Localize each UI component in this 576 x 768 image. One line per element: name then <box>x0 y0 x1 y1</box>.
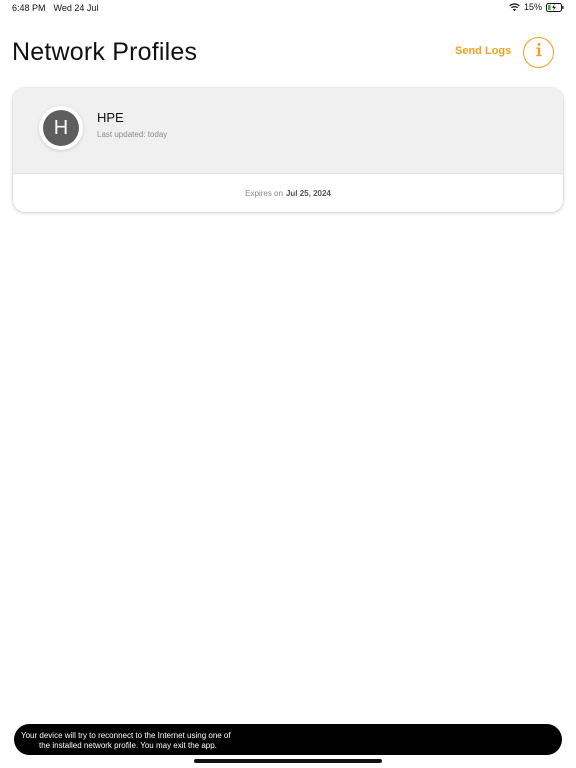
expiry-prefix: Expires on <box>245 188 283 198</box>
expiry-date: Jul 25, 2024 <box>285 188 331 198</box>
wifi-icon <box>509 2 520 12</box>
profile-last-updated: Last updated: today <box>97 130 168 139</box>
page-title: Network Profiles <box>12 38 198 66</box>
info-button[interactable] <box>523 37 554 68</box>
status-time: 6:48 PM <box>12 3 46 13</box>
toast-line-1: Your device will try to reconnect to the… <box>21 731 231 740</box>
battery-percent: 15% <box>523 2 542 12</box>
status-right: 15% <box>509 2 564 12</box>
avatar-letter: H <box>43 110 79 146</box>
profile-card-header: H HPE Last updated: today <box>13 88 563 174</box>
avatar: H <box>39 106 83 150</box>
profile-expiry: Expires on Jul 25, 2024 <box>13 174 563 212</box>
status-left: 6:48 PM Wed 24 Jul <box>12 3 98 13</box>
home-indicator[interactable] <box>194 759 382 763</box>
screen: 6:48 PM Wed 24 Jul 15% Network Profiles … <box>0 0 576 768</box>
status-bar: 6:48 PM Wed 24 Jul 15% <box>0 0 576 18</box>
profile-card[interactable]: H HPE Last updated: today Expires on Jul… <box>13 88 563 212</box>
battery-charging-icon <box>546 2 564 12</box>
toast-line-2: the installed network profile. You may e… <box>39 741 217 750</box>
info-icon <box>532 42 546 63</box>
send-logs-button[interactable]: Send Logs <box>455 45 511 57</box>
status-date: Wed 24 Jul <box>53 3 99 13</box>
profile-name: HPE <box>97 110 124 125</box>
reconnect-toast: Your device will try to reconnect to the… <box>14 724 562 755</box>
